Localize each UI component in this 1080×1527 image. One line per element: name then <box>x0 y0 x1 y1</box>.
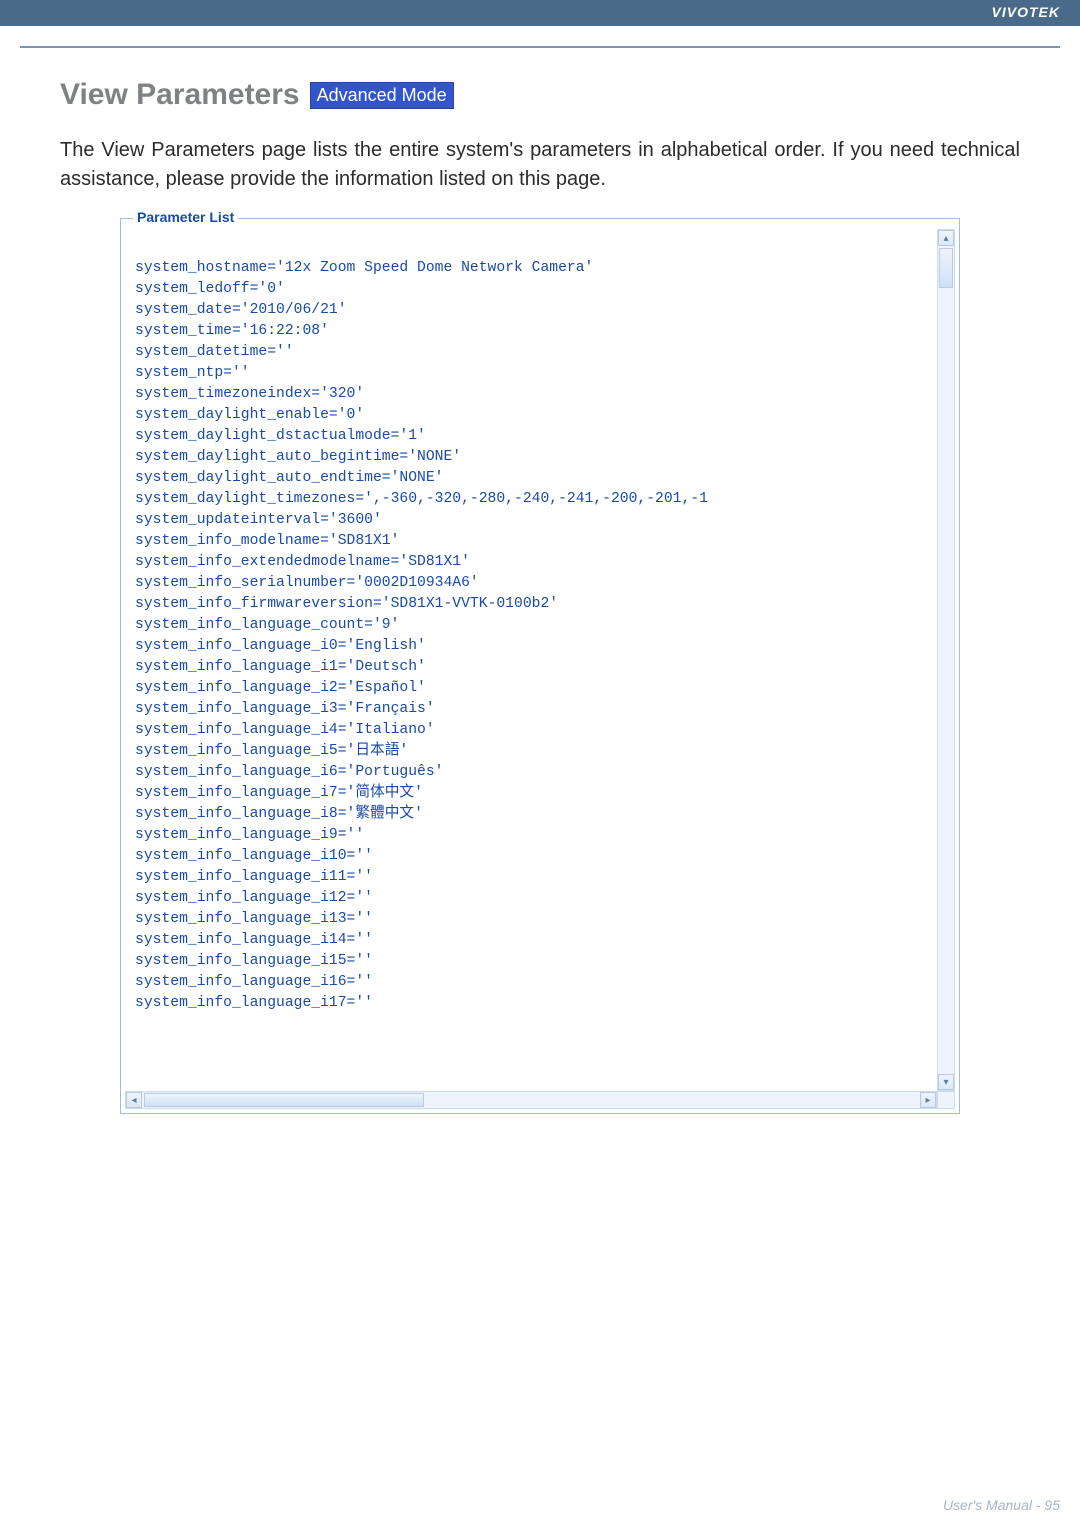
parameter-fieldset: Parameter List system_hostname='12x Zoom… <box>120 218 960 1114</box>
scroll-up-icon[interactable]: ▴ <box>938 230 954 246</box>
scroll-left-icon[interactable]: ◂ <box>126 1092 142 1108</box>
page-description: The View Parameters page lists the entir… <box>60 136 1020 194</box>
brand-label: VIVOTEK <box>992 4 1060 20</box>
vertical-scrollbar[interactable]: ▴ ▾ <box>937 229 955 1091</box>
advanced-mode-badge: Advanced Mode <box>310 82 454 109</box>
parameter-legend: Parameter List <box>133 209 238 225</box>
title-row: View Parameters Advanced Mode <box>60 78 1020 112</box>
vertical-scroll-thumb[interactable] <box>939 248 953 288</box>
scroll-down-icon[interactable]: ▾ <box>938 1074 954 1090</box>
horizontal-scrollbar[interactable]: ◂ ▸ <box>125 1091 937 1109</box>
horizontal-scroll-thumb[interactable] <box>144 1093 424 1107</box>
parameter-scroll-area[interactable]: system_hostname='12x Zoom Speed Dome Net… <box>125 229 955 1109</box>
content-area: View Parameters Advanced Mode The View P… <box>0 48 1080 1114</box>
scrollbar-corner <box>937 1091 955 1109</box>
page-title: View Parameters <box>60 78 300 112</box>
parameter-text: system_hostname='12x Zoom Speed Dome Net… <box>125 229 955 1014</box>
footer-text: User's Manual - 95 <box>943 1497 1060 1513</box>
parameter-panel-wrap: Parameter List system_hostname='12x Zoom… <box>120 218 960 1114</box>
header-bar: VIVOTEK <box>0 0 1080 26</box>
scroll-right-icon[interactable]: ▸ <box>920 1092 936 1108</box>
